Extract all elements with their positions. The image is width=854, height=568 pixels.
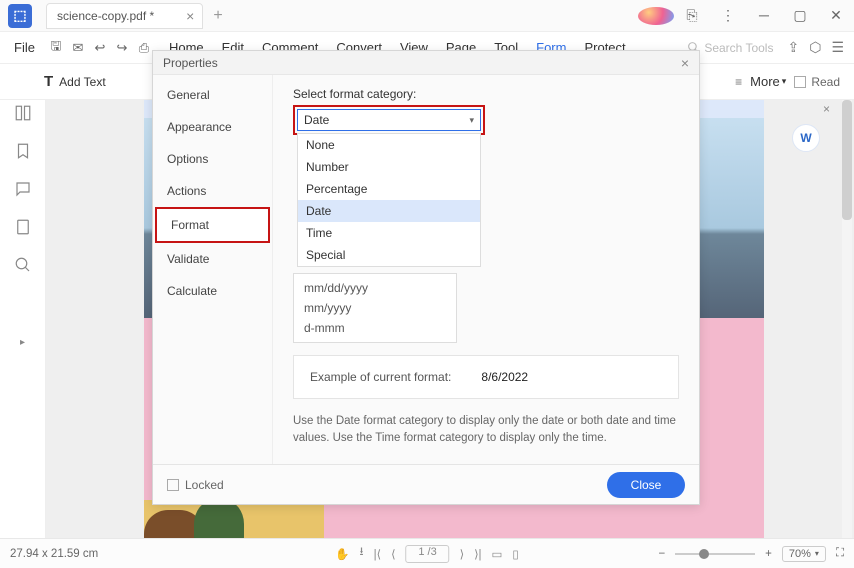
dialog-title: Properties <box>163 56 218 70</box>
close-button[interactable]: Close <box>607 472 685 498</box>
maximize-button[interactable]: ▢ <box>782 7 818 24</box>
fullscreen-icon[interactable]: ⛶ <box>836 547 844 560</box>
date-format-item[interactable]: mm/dd/yyyy <box>304 278 446 298</box>
date-format-item[interactable]: d-mmm <box>304 318 446 338</box>
fit-page-icon[interactable]: ▯ <box>512 547 518 561</box>
expand-left-icon[interactable]: ▸ <box>20 337 25 348</box>
kebab-menu-icon[interactable]: ⋮ <box>710 7 746 24</box>
add-text-button[interactable]: T Add Text <box>44 73 106 90</box>
document-tab[interactable]: science-copy.pdf * × <box>46 3 203 29</box>
tab-title: science-copy.pdf * <box>57 9 154 23</box>
app-action-icon[interactable]: ⎘ <box>674 7 710 24</box>
search-tools[interactable]: Search Tools <box>687 41 773 55</box>
side-actions[interactable]: Actions <box>153 175 272 207</box>
zoom-select[interactable]: 70%▾ <box>782 546 826 562</box>
locked-checkbox[interactable] <box>167 479 179 491</box>
attachment-icon[interactable] <box>14 218 32 236</box>
align-icon[interactable]: ≡ <box>735 75 742 89</box>
side-format[interactable]: Format <box>155 207 270 243</box>
hand-tool-icon[interactable]: ✋ <box>335 547 349 561</box>
window-close-button[interactable]: ✕ <box>818 7 854 24</box>
minimize-button[interactable]: ─ <box>746 7 782 23</box>
last-page-icon[interactable]: ⟩| <box>474 547 481 561</box>
fit-width-icon[interactable]: ▭ <box>492 547 503 561</box>
share-icon[interactable]: ⇪ <box>787 39 799 56</box>
close-tab-icon[interactable]: × <box>186 8 194 24</box>
file-menu[interactable]: File <box>4 40 45 55</box>
app-logo: ⬚ <box>8 4 32 28</box>
next-page-icon[interactable]: ⟩ <box>460 547 465 561</box>
option-time[interactable]: Time <box>298 222 480 244</box>
locked-toggle[interactable]: Locked <box>167 478 224 492</box>
close-info-icon[interactable]: × <box>823 102 830 116</box>
text-icon: T <box>44 73 53 90</box>
avatar-icon[interactable] <box>638 6 674 24</box>
add-tab-button[interactable]: + <box>213 7 222 25</box>
zoom-in-icon[interactable]: + <box>765 548 772 560</box>
date-format-item[interactable]: mm/yyyy <box>304 298 446 318</box>
format-category-label: Select format category: <box>293 87 679 101</box>
prev-page-icon[interactable]: ⟨ <box>391 547 396 561</box>
redo-icon[interactable]: ↪ <box>111 40 133 56</box>
undo-icon[interactable]: ↩ <box>89 40 111 56</box>
zoom-out-icon[interactable]: − <box>658 548 665 560</box>
word-export-icon[interactable]: W <box>792 124 820 152</box>
side-options[interactable]: Options <box>153 143 272 175</box>
side-validate[interactable]: Validate <box>153 243 272 275</box>
cloud-icon[interactable]: ⬡ <box>809 39 821 56</box>
page-artwork <box>144 500 324 538</box>
thumbnails-icon[interactable] <box>14 104 32 122</box>
comment-icon[interactable] <box>14 180 32 198</box>
option-special[interactable]: Special <box>298 244 480 266</box>
zoom-slider[interactable] <box>675 553 755 555</box>
option-none[interactable]: None <box>298 134 480 156</box>
format-select-highlight: Date ▾ None Number Percentage Date Time … <box>293 105 485 135</box>
date-format-list[interactable]: mm/dd/yyyy mm/yyyy d-mmm <box>293 273 457 343</box>
more-button[interactable]: More▾ <box>750 74 786 89</box>
dialog-close-icon[interactable]: × <box>681 55 689 71</box>
option-number[interactable]: Number <box>298 156 480 178</box>
format-category-select[interactable]: Date ▾ <box>297 109 481 131</box>
chevron-down-icon: ▾ <box>469 115 474 126</box>
side-calculate[interactable]: Calculate <box>153 275 272 307</box>
format-category-dropdown: None Number Percentage Date Time Special <box>297 133 481 267</box>
page-dimensions: 27.94 x 21.59 cm <box>10 548 98 560</box>
page-input[interactable]: 1 /3 <box>406 545 450 563</box>
format-example-box: Example of current format: 8/6/2022 <box>293 355 679 399</box>
zoom-thumb[interactable] <box>699 549 709 559</box>
mail-icon[interactable]: ✉ <box>67 40 89 56</box>
option-date[interactable]: Date <box>298 200 480 222</box>
save-icon[interactable]: 🖫 <box>45 37 67 59</box>
example-value: 8/6/2022 <box>481 370 528 384</box>
side-appearance[interactable]: Appearance <box>153 111 272 143</box>
scrollbar-thumb[interactable] <box>842 100 852 220</box>
read-checkbox[interactable] <box>794 76 806 88</box>
first-page-icon[interactable]: |⟨ <box>374 547 381 561</box>
example-label: Example of current format: <box>310 370 451 384</box>
select-tool-icon[interactable]: ⭳ <box>360 544 364 563</box>
side-general[interactable]: General <box>153 79 272 111</box>
read-toggle[interactable]: Read <box>794 75 840 89</box>
hamburger-icon[interactable]: ☰ <box>831 39 844 56</box>
properties-dialog: Properties × General Appearance Options … <box>152 50 700 505</box>
format-help-text: Use the Date format category to display … <box>293 413 679 448</box>
option-percentage[interactable]: Percentage <box>298 178 480 200</box>
bookmark-icon[interactable] <box>14 142 32 160</box>
search-panel-icon[interactable] <box>14 256 32 274</box>
